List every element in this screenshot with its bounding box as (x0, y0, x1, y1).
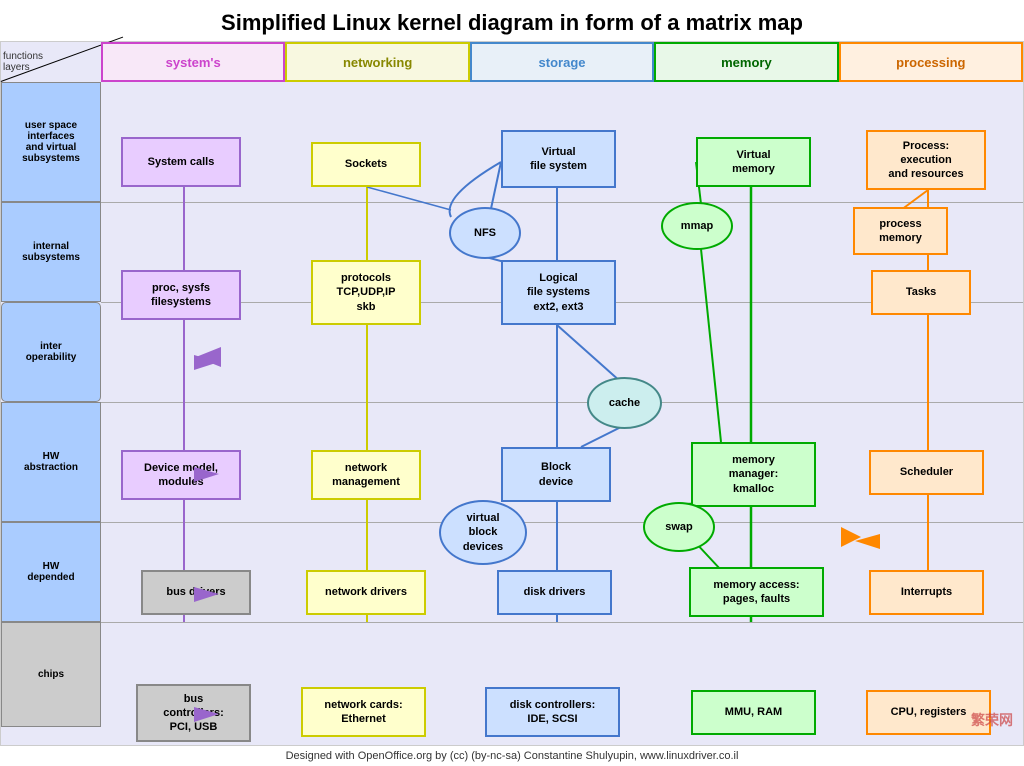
network-drivers-box: network drivers (306, 570, 426, 615)
col-header-networking: networking (285, 42, 469, 82)
disk-controllers-box: disk controllers: IDE, SCSI (485, 687, 620, 737)
arrow-chips (194, 702, 229, 732)
col-header-systems: system's (101, 42, 285, 82)
footer: Designed with OpenOffice.org by (cc) (by… (0, 745, 1024, 766)
interrupts-box: Interrupts (869, 570, 984, 615)
corner-label: functions layers (1, 42, 101, 82)
vfs-box: Virtual file system (501, 130, 616, 188)
logical-fs-box: Logical file systems ext2, ext3 (501, 260, 616, 325)
col-header-storage: storage (470, 42, 654, 82)
process-exec-box: Process: execution and resources (866, 130, 986, 190)
cache-oval: cache (587, 377, 662, 429)
swap-oval: swap (643, 502, 715, 552)
tasks-box: Tasks (871, 270, 971, 315)
virtual-memory-box: Virtual memory (696, 137, 811, 187)
network-mgmt-box: network management (311, 450, 421, 500)
nfs-oval: NFS (449, 207, 521, 259)
mmu-ram-box: MMU, RAM (691, 690, 816, 735)
block-device-box: Block device (501, 447, 611, 502)
mmap-oval: mmap (661, 202, 733, 250)
row-label-internal: internal subsystems (1, 202, 101, 302)
row-label-interop: inter operability (1, 302, 101, 402)
arrow-hw-abstraction (194, 462, 229, 492)
col-header-processing: processing (839, 42, 1023, 82)
diagram-area: functions layers system's networking sto… (0, 41, 1024, 761)
row-label-user-space: user space interfaces and virtual subsys… (1, 82, 101, 202)
sockets-box: Sockets (311, 142, 421, 187)
system-calls-box: System calls (121, 137, 241, 187)
column-headers: system's networking storage memory proce… (101, 42, 1023, 82)
main-container: Simplified Linux kernel diagram in form … (0, 0, 1024, 766)
arrow-orange-left (845, 529, 880, 559)
arrow-hw-depended (194, 582, 229, 612)
col-header-memory: memory (654, 42, 838, 82)
row-label-chips: chips (1, 622, 101, 727)
network-cards-box: network cards: Ethernet (301, 687, 426, 737)
row-label-hw-abstraction: HW abstraction (1, 402, 101, 522)
disk-drivers-box: disk drivers (497, 570, 612, 615)
process-memory-box: process memory (853, 207, 948, 255)
memory-access-box: memory access: pages, faults (689, 567, 824, 617)
watermark: 繁荣网 (971, 710, 1013, 730)
memory-manager-box: memory manager: kmalloc (691, 442, 816, 507)
virtual-block-oval: virtual block devices (439, 500, 527, 565)
protocols-box: protocols TCP,UDP,IP skb (311, 260, 421, 325)
proc-sysfs-box: proc, sysfs filesystems (121, 270, 241, 320)
scheduler-box: Scheduler (869, 450, 984, 495)
row-label-hw-depended: HW depended (1, 522, 101, 622)
diagram-title: Simplified Linux kernel diagram in form … (0, 0, 1024, 41)
